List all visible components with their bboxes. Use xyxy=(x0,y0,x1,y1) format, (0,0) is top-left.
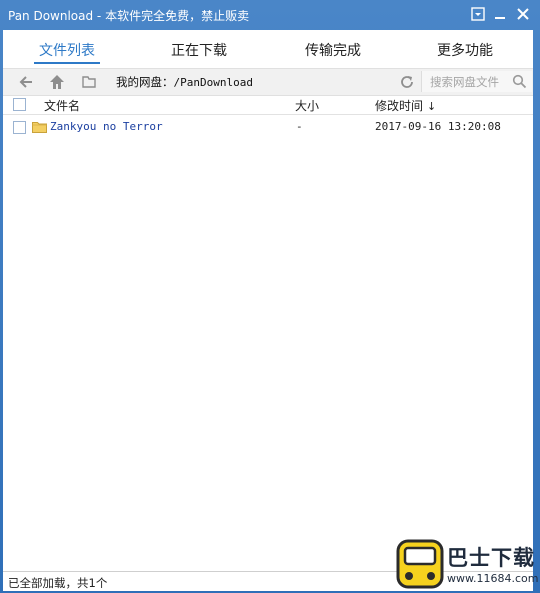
home-button[interactable] xyxy=(46,72,68,92)
path-value: /PanDownload xyxy=(173,76,253,89)
watermark-title: 巴士下载 xyxy=(447,546,535,570)
watermark-url: www.11684.com xyxy=(447,572,539,585)
status-text: 已全部加载，共1个 xyxy=(8,576,108,590)
path-label: 我的网盘： xyxy=(116,75,174,89)
row-checkbox[interactable] xyxy=(13,121,26,134)
minimize-icon xyxy=(495,17,505,19)
column-header-name[interactable]: 文件名 xyxy=(44,97,80,114)
search-input[interactable] xyxy=(428,73,512,91)
window-title: Pan Download - 本软件完全免费，禁止贩卖 xyxy=(8,9,250,23)
file-modified-time: 2017-09-16 13:20:08 xyxy=(375,120,501,133)
home-icon xyxy=(50,75,64,89)
folder-icon xyxy=(32,122,47,133)
back-button[interactable] xyxy=(15,72,37,92)
back-arrow-icon xyxy=(19,76,32,88)
search-box[interactable] xyxy=(421,71,532,92)
folder-outline-icon xyxy=(82,76,96,88)
toolbar: 我的网盘：/PanDownload xyxy=(3,68,533,96)
refresh-icon xyxy=(401,76,413,88)
column-header-size[interactable]: 大小 xyxy=(295,97,319,114)
close-button[interactable] xyxy=(515,6,531,22)
tab-bar: 文件列表 正在下载 传输完成 更多功能 xyxy=(3,30,533,68)
site-watermark: 巴士下载 www.11684.com xyxy=(392,536,540,593)
column-header-modified[interactable]: 修改时间 ↓ xyxy=(375,97,436,114)
table-row[interactable]: Zankyou no Terror - 2017-09-16 13:20:08 xyxy=(3,117,533,137)
dropdown-icon xyxy=(471,7,485,21)
sort-descending-icon: ↓ xyxy=(427,100,437,113)
tab-more-features[interactable]: 更多功能 xyxy=(437,40,493,60)
folder-view-button[interactable] xyxy=(78,72,100,92)
title-bar[interactable]: Pan Download - 本软件完全免费，禁止贩卖 xyxy=(0,0,540,30)
column-header-modified-label: 修改时间 xyxy=(375,99,424,113)
close-icon xyxy=(517,8,529,20)
minimize-button[interactable] xyxy=(492,6,508,22)
refresh-button[interactable] xyxy=(397,72,417,92)
select-all-checkbox[interactable] xyxy=(13,98,26,111)
file-size: - xyxy=(296,120,303,133)
path-breadcrumb: 我的网盘：/PanDownload xyxy=(116,74,253,90)
table-header: 文件名 大小 修改时间 ↓ xyxy=(3,94,533,115)
menu-dropdown-button[interactable] xyxy=(470,6,486,22)
main-panel: 文件列表 正在下载 传输完成 更多功能 我的网盘：/PanDownload 搜索… xyxy=(3,30,533,591)
tab-completed[interactable]: 传输完成 xyxy=(305,40,361,60)
active-tab-indicator xyxy=(34,62,100,64)
tab-file-list[interactable]: 文件列表 xyxy=(39,40,95,60)
file-name[interactable]: Zankyou no Terror xyxy=(50,120,163,133)
bus-logo-icon xyxy=(396,539,444,589)
tab-downloading[interactable]: 正在下载 xyxy=(171,40,227,60)
search-icon[interactable] xyxy=(512,74,527,89)
app-window: Pan Download - 本软件完全免费，禁止贩卖 文件列表 正在下载 传输… xyxy=(0,0,540,593)
